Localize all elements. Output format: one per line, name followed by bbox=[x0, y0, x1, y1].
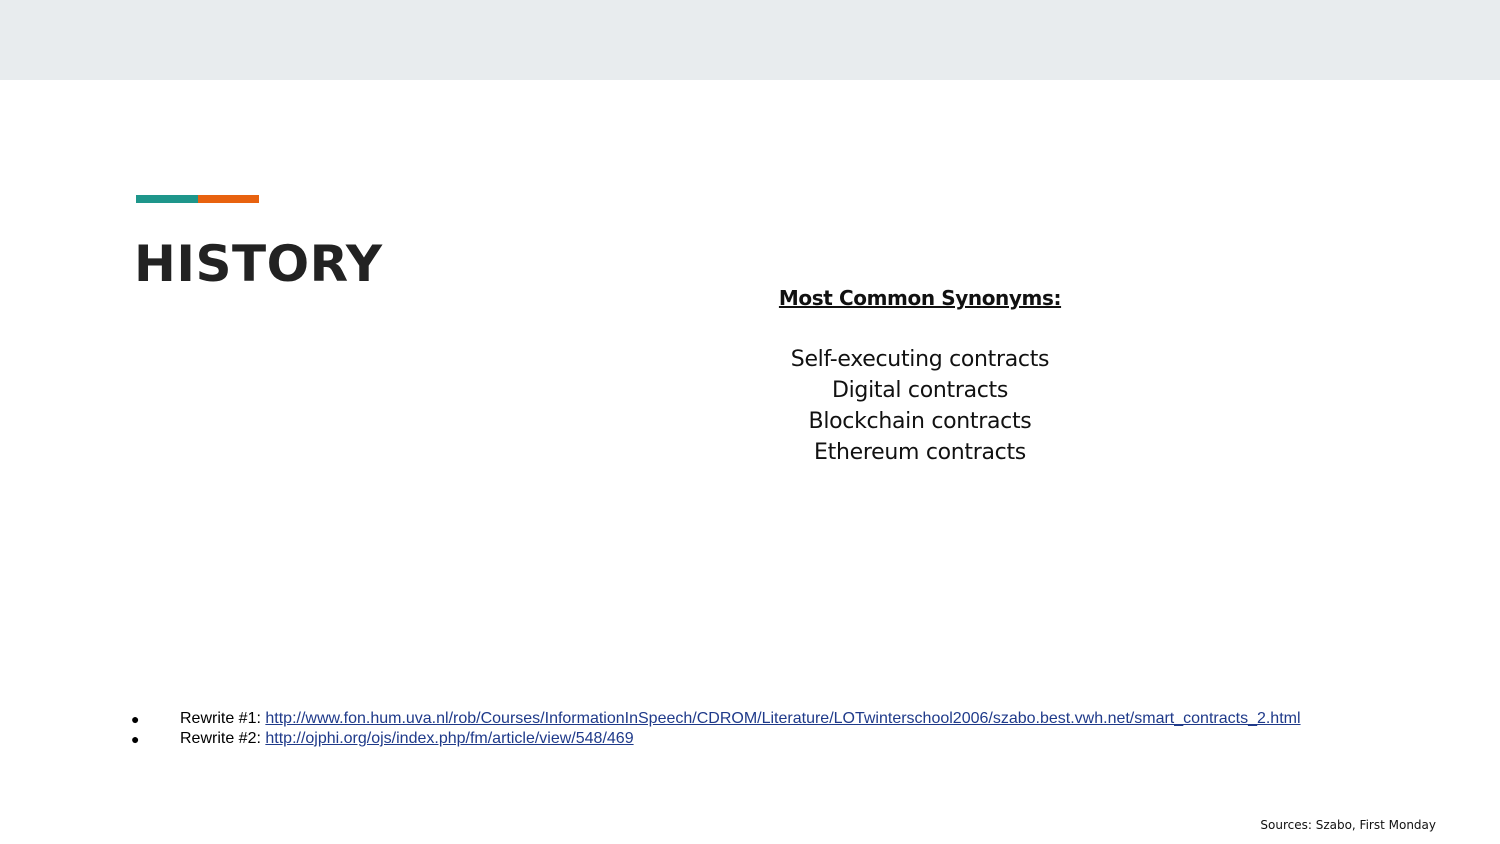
bullet-icon: ● bbox=[131, 731, 140, 747]
accent-orange-segment bbox=[198, 195, 259, 203]
bullet-icon: ● bbox=[131, 711, 140, 727]
reference-item: ● Rewrite #2: http://ojphi.org/ojs/index… bbox=[131, 729, 1301, 749]
reference-label: Rewrite #1: bbox=[180, 710, 266, 727]
slide-title: HISTORY bbox=[134, 235, 383, 293]
synonyms-list: Self-executing contracts Digital contrac… bbox=[720, 344, 1120, 468]
synonym-item: Self-executing contracts bbox=[790, 347, 1050, 372]
sources-note: Sources: Szabo, First Monday bbox=[1260, 818, 1436, 832]
title-accent-bar bbox=[136, 195, 259, 203]
synonyms-heading: Most Common Synonyms: bbox=[778, 286, 1062, 310]
references-list: ● Rewrite #1: http://www.fon.hum.uva.nl/… bbox=[131, 709, 1301, 749]
reference-link[interactable]: http://ojphi.org/ojs/index.php/fm/articl… bbox=[265, 730, 633, 747]
synonym-item: Blockchain contracts bbox=[808, 409, 1032, 434]
reference-item: ● Rewrite #1: http://www.fon.hum.uva.nl/… bbox=[131, 709, 1301, 729]
reference-label: Rewrite #2: bbox=[180, 730, 266, 747]
synonyms-block: Most Common Synonyms: Self-executing con… bbox=[720, 282, 1120, 468]
synonym-item: Digital contracts bbox=[831, 378, 1009, 403]
reference-link[interactable]: http://www.fon.hum.uva.nl/rob/Courses/In… bbox=[265, 710, 1300, 727]
accent-teal-segment bbox=[136, 195, 198, 203]
header-band bbox=[0, 0, 1500, 80]
synonym-item: Ethereum contracts bbox=[814, 440, 1026, 465]
